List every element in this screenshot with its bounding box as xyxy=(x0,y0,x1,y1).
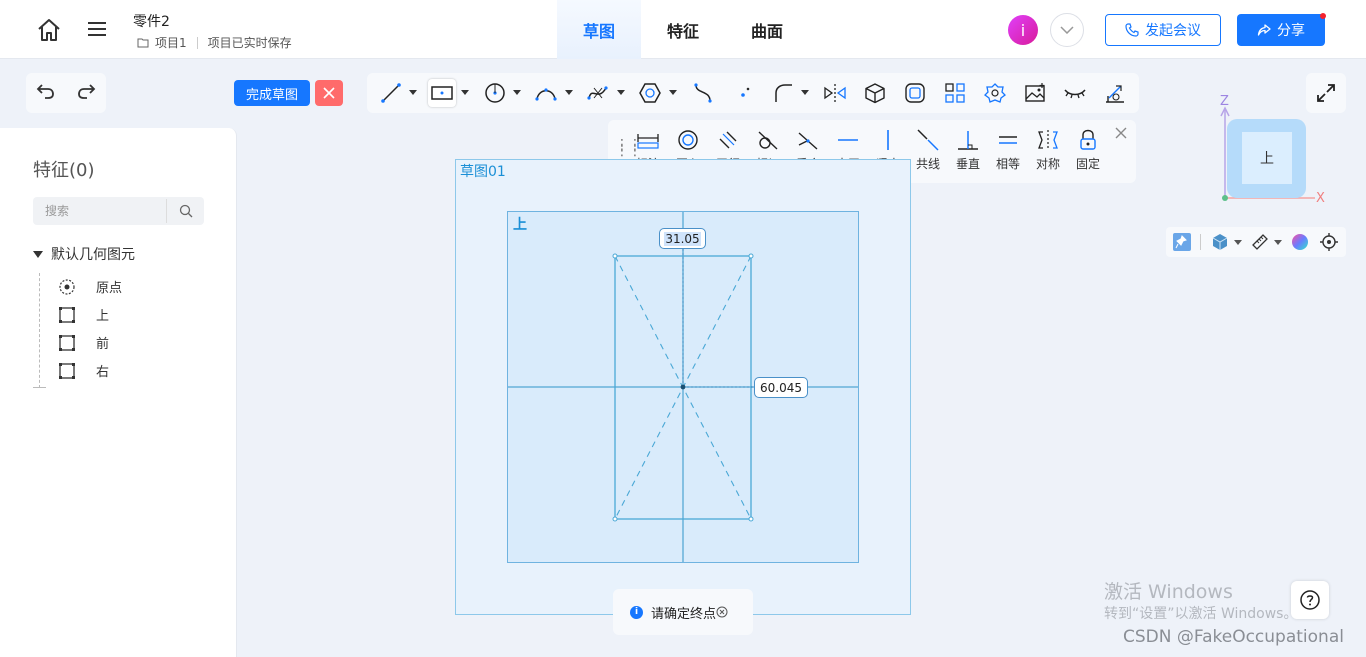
rectangle-corner xyxy=(612,253,618,259)
display-mode-button[interactable] xyxy=(1209,231,1231,253)
target-icon xyxy=(1320,233,1338,251)
sketch-geometry[interactable] xyxy=(0,0,1366,657)
question-icon xyxy=(1300,590,1320,610)
width-dimension[interactable]: 31.05 xyxy=(659,228,706,249)
view-cube-face-top[interactable]: 上 xyxy=(1242,132,1292,184)
status-hint-text: 请确定终点 xyxy=(651,606,717,622)
z-axis-label: Z xyxy=(1220,94,1229,109)
pin-view-button[interactable] xyxy=(1171,231,1193,253)
rectangle-corner xyxy=(748,253,754,259)
cube-icon xyxy=(1212,234,1228,250)
windows-activation-watermark: 激活 Windows xyxy=(1104,581,1233,603)
csdn-watermark: CSDN @FakeOccupational xyxy=(1123,627,1344,647)
rectangle-corner xyxy=(748,516,754,522)
x-axis-label: X xyxy=(1316,191,1325,206)
focus-button[interactable] xyxy=(1318,231,1340,253)
color-wheel-icon xyxy=(1292,234,1308,250)
center-point xyxy=(680,384,686,390)
display-mode-dropdown[interactable] xyxy=(1234,240,1242,245)
width-dimension-value[interactable]: 31.05 xyxy=(664,231,701,246)
windows-activation-hint: 转到“设置”以激活 Windows。 xyxy=(1104,606,1298,622)
height-dimension[interactable]: 60.045 xyxy=(754,377,808,398)
ruler-icon xyxy=(1252,234,1268,250)
status-hint: i 请确定终点 xyxy=(613,589,753,635)
rectangle-corner xyxy=(612,516,618,522)
view-tools-divider xyxy=(1200,234,1201,250)
close-circle-icon[interactable] xyxy=(716,606,728,618)
view-tools xyxy=(1166,227,1346,257)
info-icon: i xyxy=(630,605,643,619)
appearance-button[interactable] xyxy=(1289,231,1311,253)
measure-dropdown[interactable] xyxy=(1274,240,1282,245)
measure-view-button[interactable] xyxy=(1249,231,1271,253)
pin-icon xyxy=(1173,233,1191,251)
